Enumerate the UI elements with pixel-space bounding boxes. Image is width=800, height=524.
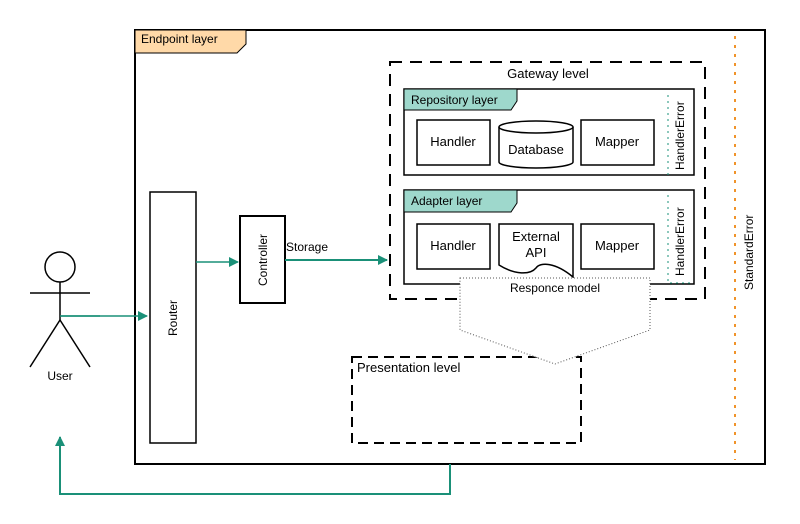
adapter-mapper-label: Mapper <box>595 238 640 253</box>
endpoint-layer-label: Endpoint layer <box>141 32 218 46</box>
response-model-label: Responce model <box>510 281 600 295</box>
adapter-handler-error-label: HandlerError <box>673 207 687 276</box>
database-label: Database <box>508 142 564 157</box>
architecture-diagram: Endpoint layer StandardError Gateway lev… <box>29 29 766 495</box>
return-to-user-edge[interactable] <box>55 436 451 495</box>
presentation-level-label: Presentation level <box>357 360 460 375</box>
standard-error[interactable]: StandardError <box>734 36 756 460</box>
repository-handler-error-label: HandlerError <box>673 101 687 170</box>
standard-error-label: StandardError <box>742 215 756 290</box>
controller[interactable]: Controller <box>239 215 286 304</box>
repository-layer-label: Repository layer <box>411 93 498 107</box>
external-api-label-line2: API <box>526 245 547 260</box>
controller-label: Controller <box>256 234 270 286</box>
repository-mapper-label: Mapper <box>595 134 640 149</box>
router-label: Router <box>166 300 180 336</box>
adapter-handler-label: Handler <box>430 238 476 253</box>
storage-edge-label: Storage <box>286 240 328 254</box>
repository-layer[interactable]: Repository layer Handler Database Mapper… <box>403 88 695 176</box>
adapter-layer[interactable]: Adapter layer Handler External API Mappe… <box>403 189 695 285</box>
user-label: User <box>47 369 72 383</box>
gateway-level-label: Gateway level <box>507 66 589 81</box>
response-model[interactable]: Responce model <box>459 277 651 365</box>
adapter-layer-label: Adapter layer <box>411 194 482 208</box>
router[interactable]: Router <box>149 191 197 444</box>
external-api-label-line1: External <box>512 229 560 244</box>
presentation-level[interactable]: Presentation level <box>351 356 582 444</box>
repository-handler-label: Handler <box>430 134 476 149</box>
user-actor-icon[interactable] <box>29 251 91 368</box>
